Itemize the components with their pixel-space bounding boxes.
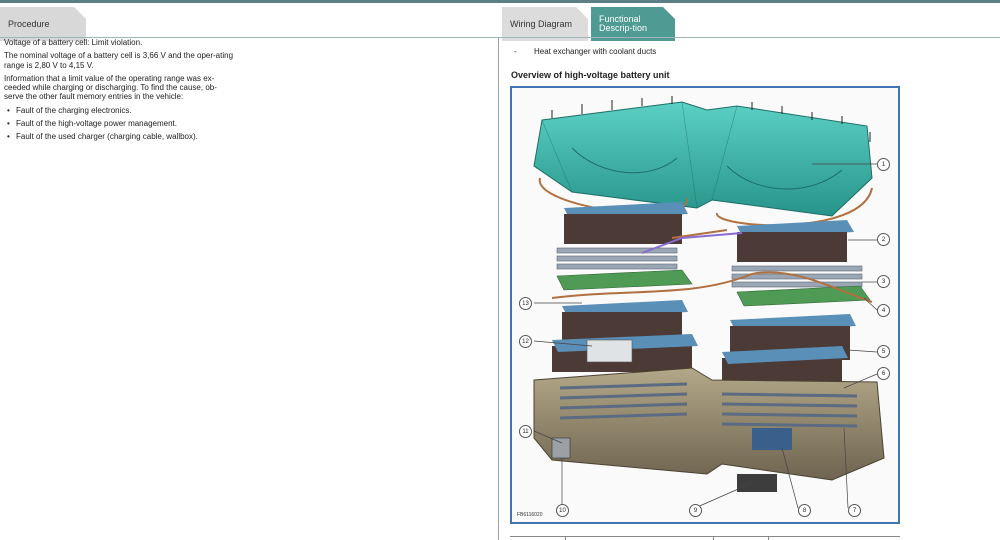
callout-8: 8	[798, 504, 811, 517]
upper-module-right	[737, 220, 854, 262]
list-dash: -	[514, 47, 517, 56]
callout-4: 4	[877, 304, 890, 317]
middle-module-right	[722, 314, 856, 386]
paragraph-nominal-voltage: The nominal voltage of a battery cell is…	[4, 51, 234, 70]
callout-1: 1	[877, 158, 890, 171]
heat-exchanger-list-item: - Heat exchanger with coolant ducts	[514, 47, 656, 56]
procedure-content: Voltage of a battery cell: Limit violati…	[4, 38, 236, 142]
tab-wiring-diagram[interactable]: Wiring Diagram	[502, 7, 588, 41]
paragraph-limit-info: Information that a limit value of the op…	[4, 73, 217, 102]
callout-6: 6	[877, 367, 890, 380]
tab-functional-description[interactable]: Functional Descrip-tion	[591, 7, 675, 41]
callout-10: 10	[556, 504, 569, 517]
battery-housing	[533, 367, 885, 481]
tab-procedure[interactable]: Procedure	[0, 7, 86, 41]
figure-id: FB6116020	[517, 512, 543, 518]
hv-connector	[737, 474, 777, 492]
pane-divider[interactable]	[498, 38, 499, 540]
callout-2: 2	[877, 233, 890, 246]
callout-13: 13	[519, 297, 532, 310]
table-column-divider	[713, 536, 714, 540]
fault-list: Fault of the charging electronics. Fault…	[4, 106, 236, 142]
table-top-border	[510, 536, 900, 540]
service-connector	[551, 437, 571, 459]
battery-exploded-view-illustration	[533, 96, 885, 509]
top-rule	[0, 0, 1000, 3]
right-tab-rule	[500, 37, 1000, 38]
callout-3: 3	[877, 275, 890, 288]
callout-5: 5	[877, 345, 890, 358]
bms-unit	[752, 428, 792, 450]
list-item-text: Heat exchanger with coolant ducts	[534, 47, 657, 56]
callout-12: 12	[519, 335, 532, 348]
figure-title: Overview of high-voltage battery unit	[511, 70, 670, 80]
fault-list-item: Fault of the charging electronics.	[4, 106, 236, 116]
paragraph-limit-violation: Voltage of a battery cell: Limit violati…	[4, 38, 143, 47]
battery-exploded-view-figure: 1 2 3 4 5 6 7 8 9 10 11 12 13 FB6116020	[510, 86, 900, 524]
junction-box	[586, 339, 633, 363]
table-column-divider	[768, 536, 769, 540]
fault-list-item: Fault of the high-voltage power manageme…	[4, 119, 236, 129]
callout-9: 9	[689, 504, 702, 517]
fault-list-item: Fault of the used charger (charging cabl…	[4, 132, 236, 142]
table-column-divider	[565, 536, 566, 540]
callout-7: 7	[848, 504, 861, 517]
top-cover	[533, 101, 873, 217]
callout-11: 11	[519, 425, 532, 438]
upper-module-left	[564, 202, 688, 244]
